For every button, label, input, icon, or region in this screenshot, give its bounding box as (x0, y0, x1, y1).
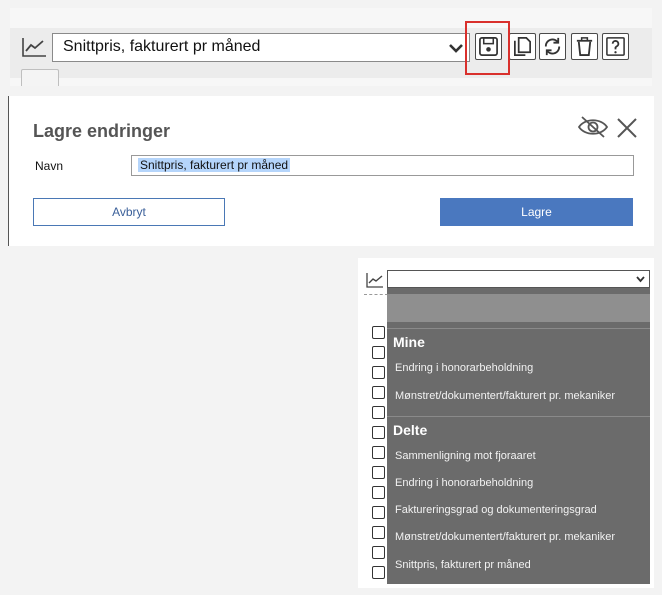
eye-slash-icon[interactable] (577, 114, 609, 140)
dropdown-option[interactable]: Endring i honorarbeholdning (395, 477, 533, 489)
report-toolbar-panel: Snittpris, fakturert pr måned (10, 8, 652, 86)
row-checkbox[interactable] (372, 366, 385, 379)
dotted-separator (364, 294, 388, 295)
row-checkbox[interactable] (372, 486, 385, 499)
report-select-value: Snittpris, fakturert pr måned (63, 38, 261, 55)
group-label-delte: Delte (393, 422, 428, 438)
row-checkbox[interactable] (372, 526, 385, 539)
close-icon[interactable] (615, 116, 639, 140)
dropdown-option[interactable]: Snittpris, fakturert pr måned (395, 559, 531, 571)
dropdown-option[interactable]: Mønstret/dokumentert/fakturert pr. mekan… (395, 390, 615, 402)
report-select[interactable]: Snittpris, fakturert pr måned (52, 33, 470, 62)
save-button-highlight (465, 21, 510, 75)
chart-icon[interactable] (366, 272, 384, 288)
row-checkbox[interactable] (372, 546, 385, 559)
save-dialog: Lagre endringer Navn Snittpris, fakturer… (8, 96, 654, 246)
chevron-down-icon (449, 44, 463, 53)
row-checkbox[interactable] (372, 566, 385, 579)
divider (387, 328, 650, 329)
name-input[interactable]: Snittpris, fakturert pr måned (131, 155, 634, 176)
name-input-value: Snittpris, fakturert pr måned (138, 158, 291, 172)
chevron-down-icon (636, 276, 645, 283)
row-checkbox[interactable] (372, 326, 385, 339)
dropdown-menu: Mine Endring i honorarbeholdning Mønstre… (387, 288, 650, 584)
save-confirm-button[interactable]: Lagre (440, 198, 633, 226)
report-dropdown-panel: Mine Endring i honorarbeholdning Mønstre… (358, 258, 654, 588)
row-checkbox[interactable] (372, 386, 385, 399)
divider (387, 416, 650, 417)
group-label-mine: Mine (393, 334, 425, 350)
dropdown-option[interactable]: Sammenligning mot fjoraaret (395, 450, 536, 462)
row-checkbox[interactable] (372, 466, 385, 479)
tab-stub[interactable] (21, 69, 59, 86)
row-checkbox[interactable] (372, 506, 385, 519)
chart-icon[interactable] (21, 36, 47, 58)
copy-icon (514, 37, 531, 56)
help-button[interactable] (602, 33, 629, 60)
refresh-icon (544, 37, 561, 56)
cancel-button[interactable]: Avbryt (33, 198, 225, 226)
delete-button[interactable] (571, 33, 598, 60)
name-label: Navn (35, 159, 64, 173)
dropdown-empty-option[interactable] (387, 294, 650, 322)
help-icon (606, 37, 625, 56)
delete-icon (576, 37, 593, 56)
row-checkbox[interactable] (372, 406, 385, 419)
copy-button[interactable] (509, 33, 536, 60)
dropdown-option[interactable]: Endring i honorarbeholdning (395, 362, 533, 374)
dialog-title: Lagre endringer (33, 121, 171, 141)
report-select-open[interactable] (387, 270, 650, 288)
row-checkbox[interactable] (372, 426, 385, 439)
dropdown-option[interactable]: Mønstret/dokumentert/fakturert pr. mekan… (395, 531, 615, 543)
dropdown-option[interactable]: Faktureringsgrad og dokumenteringsgrad (395, 504, 597, 516)
row-checkbox[interactable] (372, 346, 385, 359)
refresh-button[interactable] (539, 33, 566, 60)
row-checkbox[interactable] (372, 446, 385, 459)
